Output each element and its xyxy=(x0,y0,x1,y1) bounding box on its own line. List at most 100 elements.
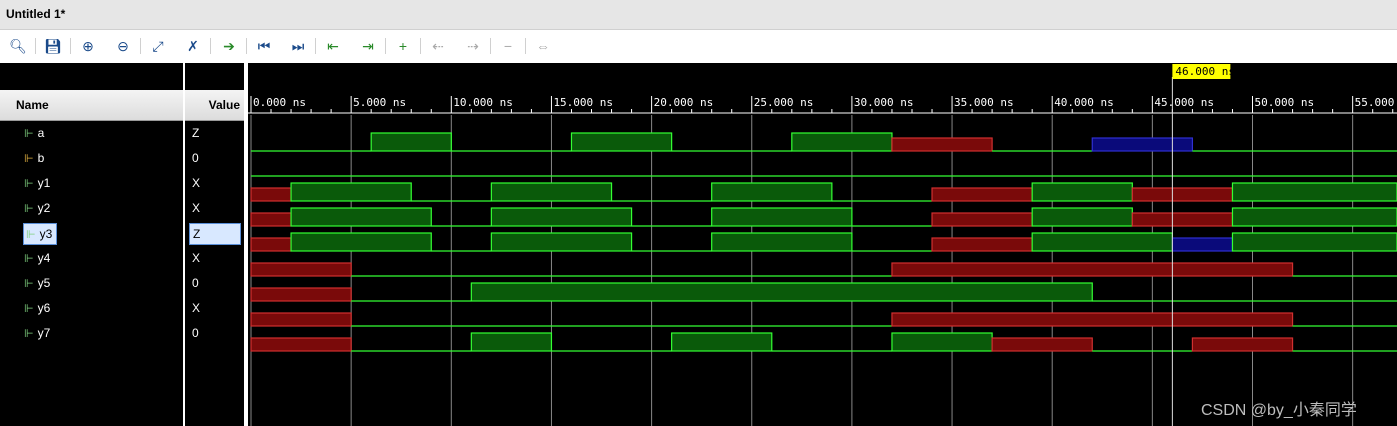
wave-high-y1 xyxy=(490,182,613,202)
go-to-time-zero-icon: ⏮ xyxy=(257,37,271,54)
axis-tick-label: 35.000 ns xyxy=(954,96,1014,109)
window-title: Untitled 1* xyxy=(6,7,66,21)
signal-name: y7 xyxy=(37,326,51,340)
next-transition-button[interactable]: ⇥ xyxy=(357,36,379,56)
cursor-disable-icon: ✗ xyxy=(187,37,199,54)
wave-unknown-a xyxy=(891,137,993,152)
wave-high-y2 xyxy=(711,207,853,227)
signal-value-y6: X xyxy=(192,301,201,315)
go-to-time-zero-button[interactable]: ⏮ xyxy=(253,36,275,56)
signal-name: y1 xyxy=(37,176,51,190)
zoom-fit-icon: ⤢ xyxy=(152,37,164,54)
next-marker-button[interactable]: ⇢ xyxy=(462,36,484,56)
save-button[interactable]: 💾︎ xyxy=(42,36,64,56)
signal-value-y5: 0 xyxy=(192,276,199,290)
wave-unknown-y7 xyxy=(991,337,1093,352)
zoom-in-button[interactable]: ⊕ xyxy=(77,36,99,56)
signal-icon: ⊩ xyxy=(24,327,34,340)
title-bar: Untitled 1* xyxy=(0,0,1397,30)
toolbar-separator xyxy=(210,38,211,54)
toolbar-separator xyxy=(420,38,421,54)
wave-high-y7 xyxy=(891,332,993,352)
wave-high-y2 xyxy=(490,207,633,227)
previous-marker-button[interactable]: ⇠ xyxy=(427,36,449,56)
watermark: CSDN @by_小秦同学 xyxy=(1201,402,1357,419)
axis-tick-label: 40.000 ns xyxy=(1054,96,1114,109)
axis-tick-label: 25.000 ns xyxy=(754,96,814,109)
signal-name: b xyxy=(37,151,45,165)
signal-name: y5 xyxy=(37,276,51,290)
wave-high-y7 xyxy=(470,332,553,352)
wave-high-a xyxy=(791,132,893,152)
toolbar-separator xyxy=(490,38,491,54)
go-to-cursor-button[interactable]: ➔ xyxy=(218,36,240,56)
signal-value-y1: X xyxy=(192,176,201,190)
wave-unknown-y1 xyxy=(1131,187,1234,202)
toolbar-separator xyxy=(70,38,71,54)
previous-marker-icon: ⇠ xyxy=(432,37,444,54)
signal-row-a[interactable]: ⊩ a xyxy=(24,123,44,143)
signal-value-a: Z xyxy=(192,126,200,140)
wave-high-y1 xyxy=(1231,182,1397,202)
wave-unknown-y5 xyxy=(250,287,352,302)
toolbar-separator xyxy=(140,38,141,54)
search-button[interactable]: 🔍︎ xyxy=(7,36,29,56)
signal-row-y5[interactable]: ⊩ y5 xyxy=(24,273,50,293)
swap-cursors-icon: ⇔ xyxy=(536,38,550,54)
search-icon: 🔍︎ xyxy=(9,37,27,54)
toolbar-separator xyxy=(315,38,316,54)
wave-high-y3 xyxy=(490,232,633,252)
signal-row-b[interactable]: ⊩ b xyxy=(24,148,44,168)
add-marker-icon: + xyxy=(398,38,408,54)
swap-cursors-button[interactable]: ⇔ xyxy=(532,36,554,56)
value-column: Value Z0XXZX0X0 xyxy=(185,63,244,426)
toolbar-separator xyxy=(385,38,386,54)
toolbar-separator xyxy=(525,38,526,54)
value-header-label: Value xyxy=(208,98,240,112)
name-column: Name ⊩ a ⊩ b ⊩ y1 ⊩ y2 ⊩ y3 ⊩ y4 ⊩ y5 ⊩ y6 ⊩ y7 xyxy=(0,63,183,426)
signal-row-y1[interactable]: ⊩ y1 xyxy=(24,173,50,193)
delete-marker-button[interactable]: − xyxy=(497,36,519,56)
waveform-panel[interactable]: 0.000 ns 5.000 ns 10.000 ns 15.000 ns 20.000… xyxy=(248,63,1397,426)
wave-unknown-y6 xyxy=(250,312,352,327)
zoom-out-icon: ⊖ xyxy=(117,37,129,54)
value-column-header[interactable]: Value xyxy=(185,90,244,121)
toolbar-separator xyxy=(246,38,247,54)
wave-unknown-y2 xyxy=(931,212,1033,227)
wave-high-y3 xyxy=(290,232,432,252)
axis-tick-label: 30.000 ns xyxy=(854,96,914,109)
save-icon: 💾︎ xyxy=(44,37,62,54)
signal-row-y7[interactable]: ⊩ y7 xyxy=(24,323,50,343)
signal-row-y6[interactable]: ⊩ y6 xyxy=(24,298,50,318)
wave-unknown-y3 xyxy=(931,237,1033,252)
signal-value-y7: 0 xyxy=(192,326,199,340)
signal-icon: ⊩ xyxy=(26,228,36,241)
go-to-last-time-icon: ⏭ xyxy=(291,37,305,54)
go-to-last-time-button[interactable]: ⏭ xyxy=(287,36,309,56)
signal-icon: ⊩ xyxy=(24,302,34,315)
signal-value-y2: X xyxy=(192,201,201,215)
wave-high-a xyxy=(570,132,673,152)
signal-icon: ⊩ xyxy=(24,177,34,190)
toolbar-separator xyxy=(35,38,36,54)
signal-row-y2[interactable]: ⊩ y2 xyxy=(24,198,50,218)
signal-row-y3[interactable]: ⊩ y3 xyxy=(23,223,58,245)
zoom-in-icon: ⊕ xyxy=(82,37,94,54)
signal-row-y4[interactable]: ⊩ y4 xyxy=(24,248,50,268)
name-column-header[interactable]: Name xyxy=(0,90,183,121)
next-transition-icon: ⇥ xyxy=(362,37,374,54)
previous-transition-button[interactable]: ⇤ xyxy=(322,36,344,56)
wave-unknown-y2 xyxy=(1131,212,1234,227)
zoom-out-button[interactable]: ⊖ xyxy=(112,36,134,56)
wave-unknown-y1 xyxy=(931,187,1033,202)
axis-tick-label: 15.000 ns xyxy=(553,96,613,109)
signal-name: y6 xyxy=(37,301,51,315)
name-header-label: Name xyxy=(16,98,49,112)
add-marker-button[interactable]: + xyxy=(392,36,414,56)
cursor-disable-button[interactable]: ✗ xyxy=(182,36,204,56)
signal-icon: ⊩ xyxy=(24,152,34,165)
next-marker-icon: ⇢ xyxy=(467,37,479,54)
zoom-fit-button[interactable]: ⤢ xyxy=(147,36,169,56)
wave-unknown-y4 xyxy=(250,262,352,277)
wave-high-y1 xyxy=(290,182,412,202)
